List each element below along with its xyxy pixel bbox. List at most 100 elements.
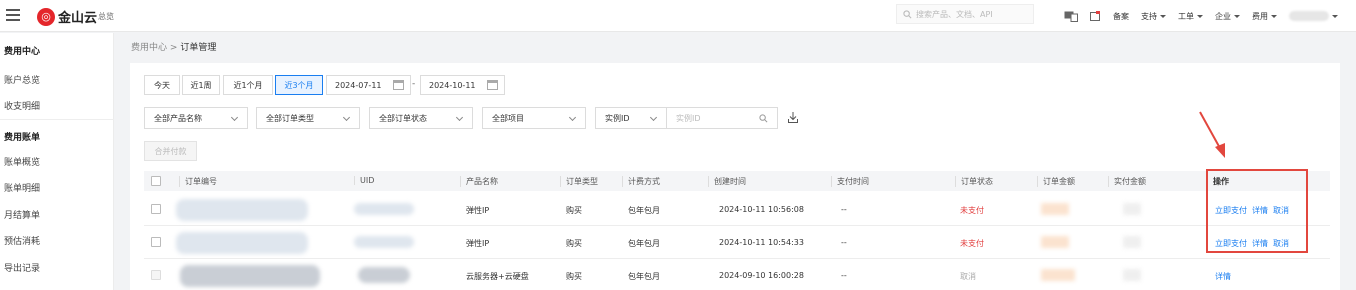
search-icon (903, 9, 912, 18)
sidebar-item-bill-overview[interactable]: 账单概览 (4, 155, 40, 168)
order-status-select[interactable]: 全部订单状态 (369, 107, 473, 129)
logo[interactable]: ◎ 金山云 (37, 7, 97, 26)
col-order-type: 订单类型 (560, 176, 598, 187)
uid-redacted (354, 236, 414, 248)
breadcrumb-current: 订单管理 (180, 43, 217, 53)
order-type-select[interactable]: 全部订单类型 (256, 107, 360, 129)
chevron-down-icon (230, 113, 239, 122)
end-date-picker[interactable]: 2024-10-11 (420, 75, 505, 95)
nav-item-support[interactable]: 支持 (1141, 11, 1166, 22)
order-no-redacted (180, 265, 320, 287)
message-icon[interactable] (1064, 11, 1078, 22)
row-billing: 包年包月 (628, 272, 660, 281)
chevron-down-icon (1234, 14, 1240, 18)
nav-item-enterprise[interactable]: 企业 (1215, 11, 1240, 22)
sidebar-item-estimate[interactable]: 预估消耗 (4, 234, 40, 247)
chevron-down-icon (342, 113, 351, 122)
project-select[interactable]: 全部项目 (482, 107, 586, 129)
col-created: 创建时间 (708, 176, 746, 187)
nav-filing-label: 备案 (1113, 11, 1129, 21)
detail-link[interactable]: 详情 (1215, 272, 1231, 281)
row-checkbox[interactable] (151, 237, 161, 247)
id-type-select-value: 实例ID (605, 113, 630, 123)
calendar-icon (487, 80, 498, 90)
sidebar-section-billing-center: 费用中心 (4, 47, 41, 57)
search-input[interactable]: 搜索产品、文档、API (896, 4, 1034, 24)
breadcrumb-parent[interactable]: 费用中心 (131, 43, 167, 53)
row-checkbox[interactable] (151, 204, 161, 214)
select-all-checkbox[interactable] (151, 176, 161, 186)
row-checkbox[interactable] (151, 270, 161, 280)
sidebar-item-bill-detail[interactable]: 账单明细 (4, 181, 40, 194)
uid-redacted (354, 203, 414, 215)
actual-amount-redacted (1123, 203, 1141, 215)
col-order-amount: 订单金额 (1037, 176, 1075, 187)
row-status: 取消 (960, 272, 976, 281)
sidebar-item-export-records[interactable]: 导出记录 (4, 261, 40, 274)
date-separator: - (412, 79, 416, 89)
range-3months-button[interactable]: 近3个月 (275, 75, 323, 95)
table-header: 订单编号 UID 产品名称 订单类型 计费方式 创建时间 支付时间 订单状态 订… (144, 171, 1330, 191)
row-order-type: 购买 (566, 272, 582, 281)
merge-pay-button[interactable]: 合并付款 (144, 141, 197, 161)
range-today-button[interactable]: 今天 (144, 75, 180, 95)
row-paid-time: -- (841, 271, 847, 280)
breadcrumb-separator: > (169, 43, 178, 53)
nav-billing-label: 费用 (1252, 11, 1268, 21)
sidebar-divider (0, 119, 114, 120)
chevron-down-icon (568, 113, 577, 122)
row-paid-time: -- (841, 205, 847, 214)
overview-link[interactable]: 总览 (98, 11, 114, 22)
nav-item-filing[interactable]: 备案 (1113, 11, 1129, 22)
table-row: 弹性IP 购买 包年包月 2024-10-11 10:56:08 -- 未支付 … (144, 193, 1330, 226)
col-uid: UID (354, 176, 374, 185)
range-month-button[interactable]: 近1个月 (223, 75, 273, 95)
user-menu[interactable] (1289, 11, 1338, 21)
notification-icon[interactable] (1090, 10, 1101, 22)
chevron-down-icon (649, 113, 658, 122)
row-actions: 详情 (1215, 271, 1236, 282)
order-amount-redacted (1041, 203, 1069, 215)
download-icon[interactable] (788, 112, 798, 123)
top-bar: ◎ 金山云 总览 搜索产品、文档、API 备案 支持 工单 企业 费用 (0, 0, 1356, 32)
order-amount-redacted (1041, 269, 1075, 281)
chevron-down-icon (455, 113, 464, 122)
order-status-select-value: 全部订单状态 (379, 113, 427, 123)
uid-redacted (358, 267, 410, 283)
search-icon (759, 114, 768, 123)
col-order-no: 订单编号 (179, 176, 217, 187)
sidebar-item-account-overview[interactable]: 账户总览 (4, 73, 40, 86)
chevron-down-icon (1332, 14, 1338, 18)
breadcrumb: 费用中心 > 订单管理 (131, 40, 216, 53)
row-status: 未支付 (960, 206, 984, 215)
menu-icon[interactable] (6, 9, 20, 21)
actual-amount-redacted (1123, 269, 1141, 281)
nav-item-ticket[interactable]: 工单 (1178, 11, 1203, 22)
row-product: 云服务器+云硬盘 (466, 272, 529, 281)
annotation-highlight-box (1206, 169, 1308, 253)
chevron-down-icon (1160, 14, 1166, 18)
start-date-value: 2024-07-11 (335, 80, 382, 90)
sidebar: 费用中心 账户总览 收支明细 费用账单 账单概览 账单明细 月结算单 预估消耗 … (0, 33, 114, 290)
col-product: 产品名称 (460, 176, 498, 187)
nav-item-billing[interactable]: 费用 (1252, 11, 1277, 22)
col-paid-time: 支付时间 (831, 176, 869, 187)
calendar-icon (393, 80, 404, 90)
row-order-type: 购买 (566, 206, 582, 215)
instance-id-input[interactable]: 实例ID (666, 107, 778, 129)
range-week-button[interactable]: 近1周 (182, 75, 220, 95)
search-placeholder: 搜索产品、文档、API (916, 9, 993, 19)
row-created: 2024-10-11 10:56:08 (719, 205, 804, 214)
start-date-picker[interactable]: 2024-07-11 (326, 75, 411, 95)
row-status: 未支付 (960, 239, 984, 248)
sidebar-item-monthly-statement[interactable]: 月结算单 (4, 208, 40, 221)
row-billing: 包年包月 (628, 239, 660, 248)
row-product: 弹性IP (466, 206, 490, 215)
table-row: 云服务器+云硬盘 购买 包年包月 2024-09-10 16:00:28 -- … (144, 259, 1330, 290)
row-billing: 包年包月 (628, 206, 660, 215)
id-type-select[interactable]: 实例ID (595, 107, 667, 129)
sidebar-item-income-detail[interactable]: 收支明细 (4, 99, 40, 112)
project-select-value: 全部项目 (492, 113, 524, 123)
product-select[interactable]: 全部产品名称 (144, 107, 248, 129)
row-paid-time: -- (841, 238, 847, 247)
